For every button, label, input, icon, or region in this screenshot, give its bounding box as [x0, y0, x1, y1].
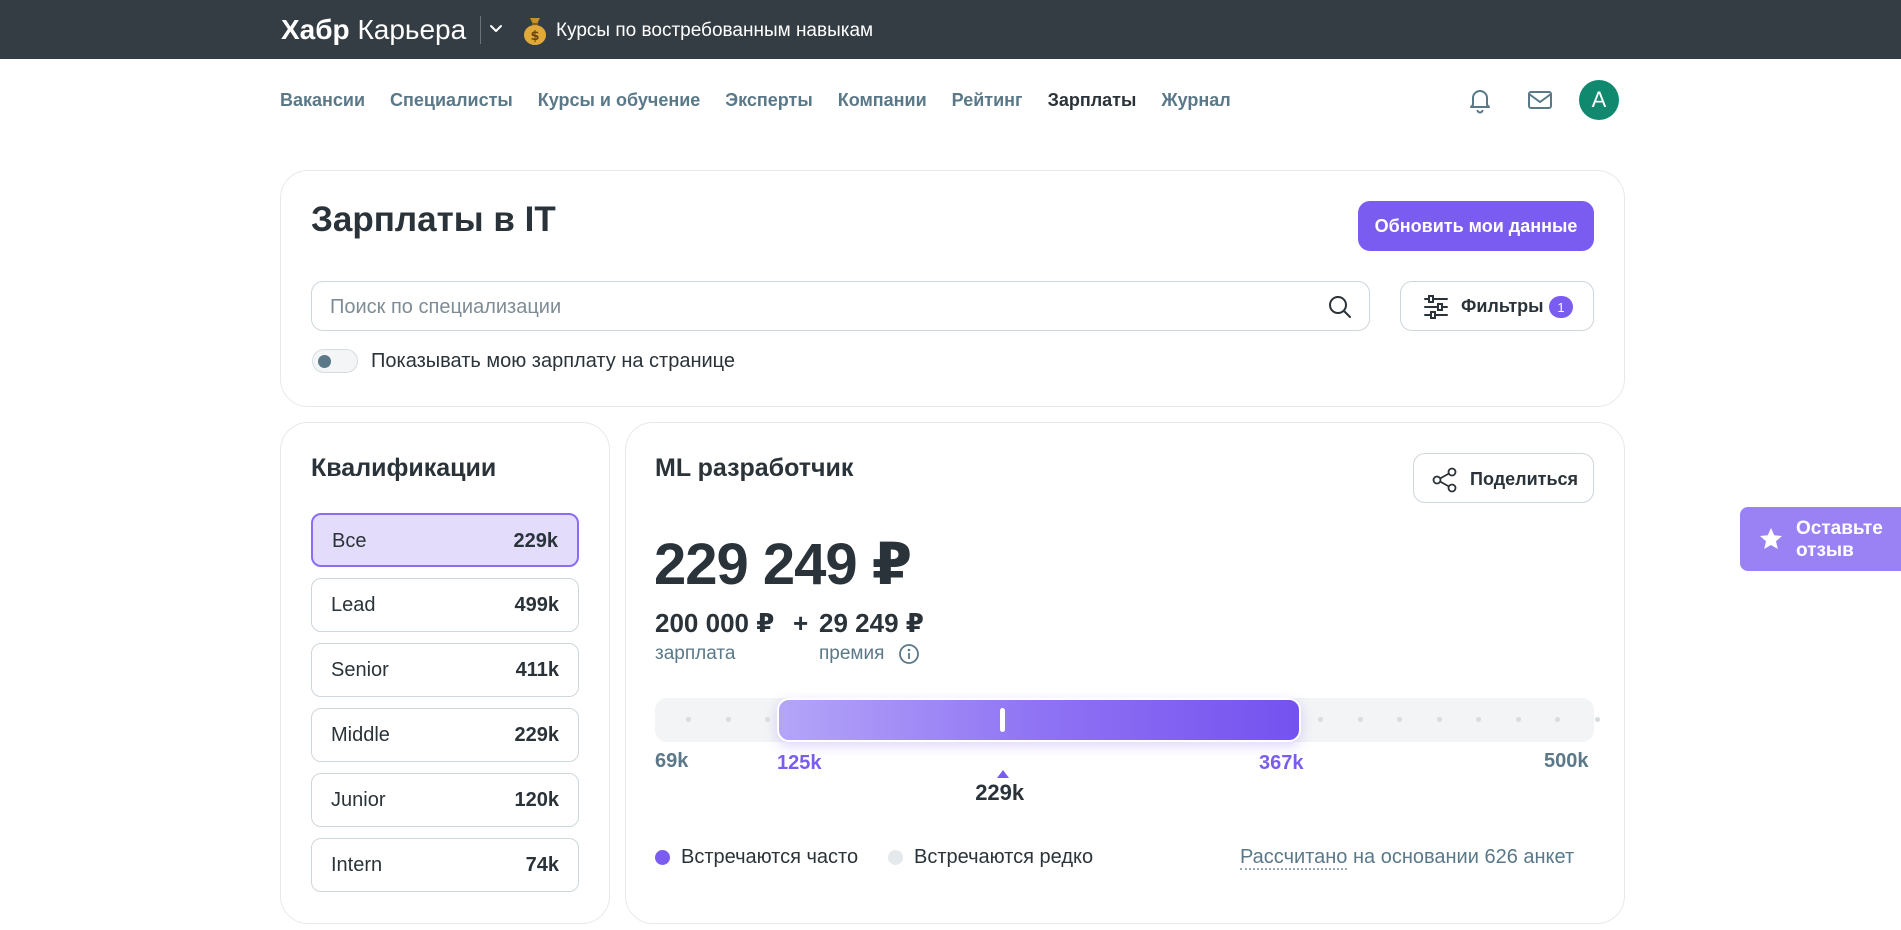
- basis-link[interactable]: Рассчитано: [1240, 846, 1348, 870]
- qualification-item-intern[interactable]: Intern 74k: [311, 838, 579, 892]
- track-dot: [1555, 717, 1560, 722]
- share-button[interactable]: Поделиться: [1413, 453, 1594, 503]
- bonus-label: премия: [819, 643, 885, 664]
- qualification-item-lead[interactable]: Lead 499k: [311, 578, 579, 632]
- track-dot: [765, 717, 770, 722]
- track-dot: [1436, 717, 1442, 722]
- svg-text:$: $: [530, 29, 539, 44]
- salary-range-track: [655, 698, 1600, 742]
- qualifications-title: Квалификации: [311, 454, 497, 482]
- qualification-label: Senior: [331, 659, 389, 681]
- nav-item-rating[interactable]: Рейтинг: [952, 90, 1023, 111]
- courses-link[interactable]: Курсы по востребованным навыкам: [556, 20, 873, 42]
- qualification-value: 229k: [514, 724, 560, 746]
- nav-item-specialists[interactable]: Специалисты: [390, 90, 513, 111]
- sliders-icon: [1424, 295, 1448, 319]
- track-dot: [686, 717, 691, 722]
- track-dot: [1594, 717, 1600, 722]
- star-icon: [1760, 528, 1782, 549]
- chevron-down-icon[interactable]: [488, 20, 504, 36]
- qualification-label: Middle: [331, 724, 390, 746]
- track-dot: [1397, 717, 1402, 722]
- role-title: ML разработчик: [655, 454, 854, 482]
- track-dot: [1515, 717, 1521, 722]
- tick-max: 500k: [1544, 750, 1589, 772]
- bonus-amount: 29 249 ₽: [819, 608, 924, 638]
- nav-item-courses[interactable]: Курсы и обучение: [538, 90, 701, 111]
- plus-sign: +: [793, 608, 809, 638]
- feedback-label: Оставьте отзыв: [1796, 518, 1883, 561]
- show-salary-toggle[interactable]: [312, 349, 358, 373]
- qualification-item-junior[interactable]: Junior 120k: [311, 773, 579, 827]
- base-salary: 200 000 ₽: [655, 608, 775, 638]
- qualification-label: Intern: [331, 854, 383, 876]
- top-bar: Хабр Карьера $ Курсы по востребованным н…: [0, 0, 1901, 59]
- total-salary: 229 249 ₽: [654, 532, 912, 597]
- legend-rare-dot: [888, 850, 903, 865]
- qualification-item-senior[interactable]: Senior 411k: [311, 643, 579, 697]
- share-icon: [1432, 467, 1457, 493]
- feedback-tab[interactable]: Оставьте отзыв: [1740, 507, 1901, 571]
- nav-item-experts[interactable]: Эксперты: [725, 90, 812, 111]
- show-salary-label: Показывать мою зарплату на странице: [371, 350, 736, 372]
- nav-item-journal[interactable]: Журнал: [1161, 90, 1230, 111]
- bell-icon[interactable]: [1465, 85, 1495, 115]
- qualification-label: Все: [332, 530, 367, 552]
- info-icon[interactable]: [898, 643, 920, 665]
- brand-rest: Карьера: [357, 14, 467, 45]
- legend-rare: Встречаются редко: [888, 846, 1093, 869]
- track-dot: [1357, 717, 1363, 722]
- qualification-value: 411k: [515, 659, 559, 681]
- topbar-divider: [480, 16, 481, 44]
- tick-high: 367k: [1259, 752, 1304, 774]
- qualification-label: Lead: [331, 594, 376, 616]
- track-dot: [725, 717, 731, 722]
- legend-rare-label: Встречаются редко: [914, 846, 1094, 868]
- filters-label: Фильтры: [1461, 296, 1544, 316]
- main-nav: Вакансии Специалисты Курсы и обучение Эк…: [280, 90, 1231, 111]
- nav-item-vacancies[interactable]: Вакансии: [280, 90, 365, 111]
- update-data-button[interactable]: Обновить мои данные: [1358, 201, 1594, 251]
- legend-often-dot: [655, 850, 670, 865]
- qualification-item-middle[interactable]: Middle 229k: [311, 708, 579, 762]
- share-label: Поделиться: [1470, 469, 1579, 489]
- money-bag-icon: $: [524, 18, 546, 45]
- legend-often-label: Встречаются часто: [681, 846, 859, 868]
- page-title: Зарплаты в IT: [311, 200, 556, 239]
- brand-bold: Хабр: [281, 14, 350, 45]
- filters-count-badge: 1: [1549, 296, 1573, 318]
- basis-note: Рассчитано на основании 626 анкет: [1240, 846, 1575, 870]
- filters-button[interactable]: Фильтры 1: [1400, 281, 1594, 331]
- nav-item-companies[interactable]: Компании: [838, 90, 927, 111]
- track-dot: [1476, 717, 1481, 722]
- qualification-value: 120k: [514, 789, 560, 811]
- search-input[interactable]: [330, 294, 1290, 320]
- qualification-label: Junior: [331, 789, 386, 811]
- qualification-value: 74k: [525, 854, 559, 876]
- avatar[interactable]: A: [1579, 80, 1619, 120]
- search-box: [311, 281, 1370, 331]
- base-salary-label: зарплата: [655, 643, 736, 664]
- salary-range-bar[interactable]: [777, 698, 1301, 742]
- mail-icon[interactable]: [1525, 85, 1555, 115]
- legend-often: Встречаются часто: [655, 846, 858, 869]
- tick-min: 69k: [655, 750, 689, 772]
- median-marker: [1000, 708, 1006, 732]
- track-dot: [1318, 717, 1323, 722]
- median-arrow-icon: [997, 770, 1009, 778]
- qualification-item-all[interactable]: Все 229k: [311, 513, 579, 567]
- basis-rest: на основании 626 анкет: [1352, 846, 1575, 868]
- qualification-value: 499k: [514, 594, 560, 616]
- toggle-knob: [318, 355, 331, 368]
- tick-low: 125k: [777, 752, 822, 774]
- qualification-value: 229k: [513, 530, 559, 552]
- brand-logo[interactable]: Хабр Карьера: [281, 14, 466, 46]
- search-icon[interactable]: [1327, 294, 1353, 320]
- nav-item-salaries[interactable]: Зарплаты: [1048, 90, 1137, 111]
- tick-median: 229k: [975, 780, 1025, 805]
